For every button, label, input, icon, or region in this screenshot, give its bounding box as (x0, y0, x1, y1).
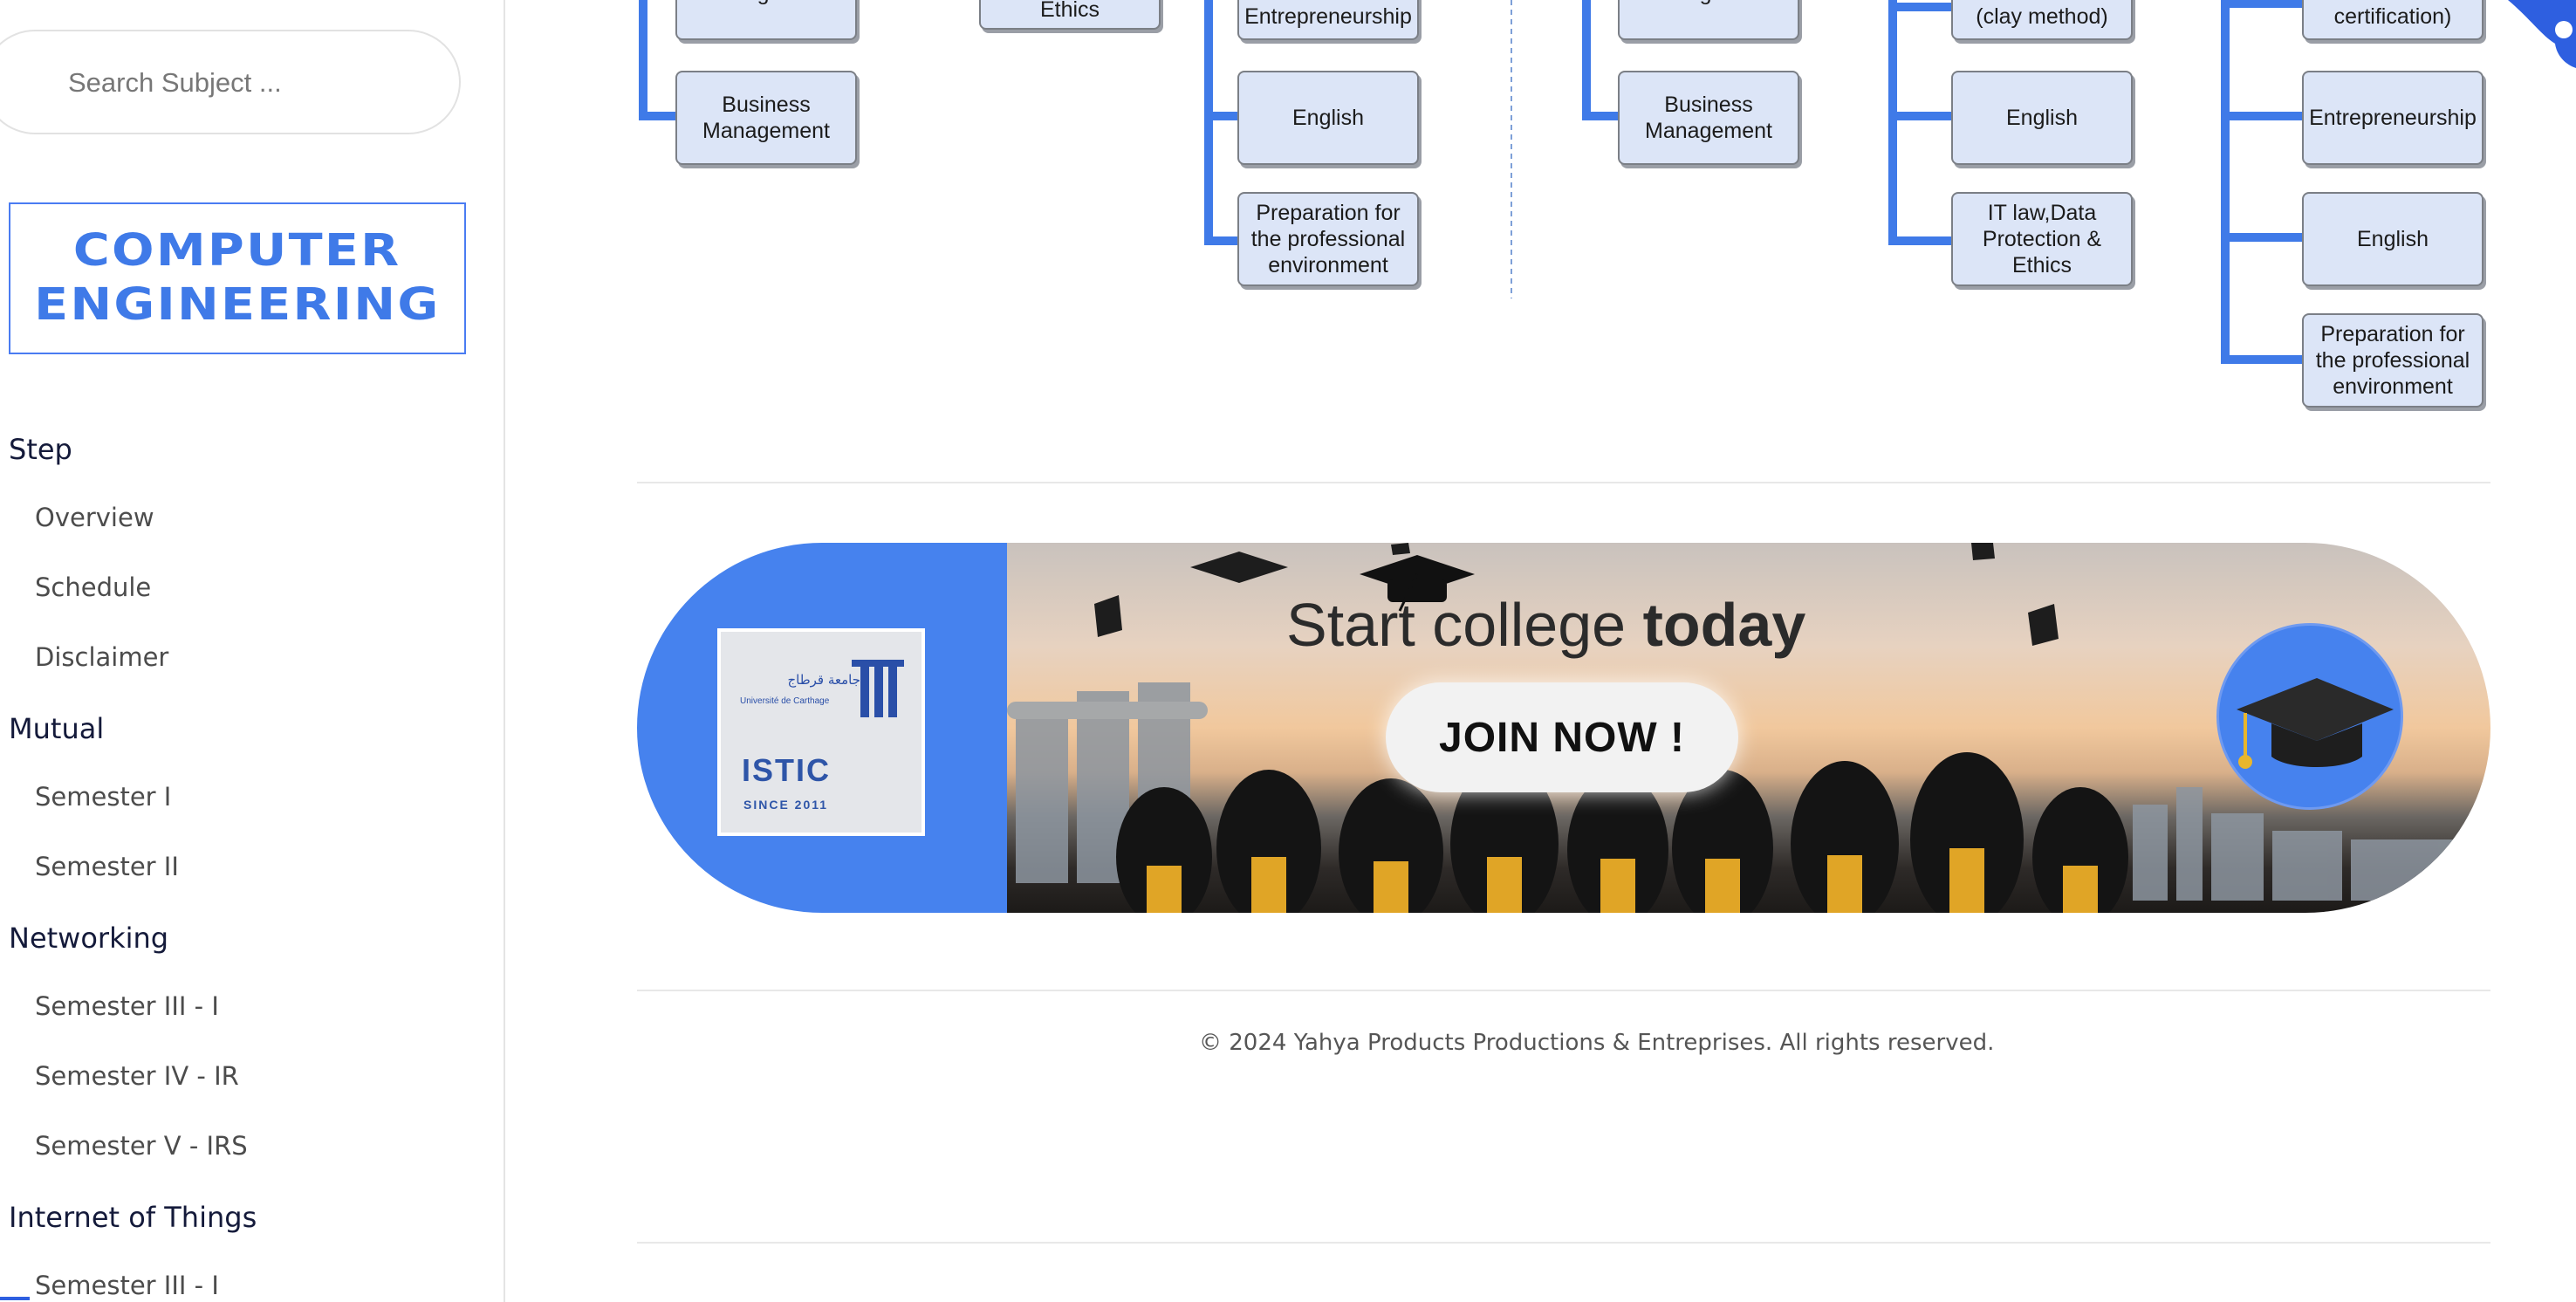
headline-bold: today (1642, 591, 1806, 659)
nav-heading-networking[interactable]: Networking (9, 922, 168, 955)
course-box-english: English (2302, 192, 2484, 286)
join-banner[interactable]: جامعة قرطاج Université de Carthage ISTIC… (637, 543, 2490, 913)
seal-french-text: Université de Carthage (740, 696, 830, 706)
course-box-clay-method: (clay method) (1951, 0, 2133, 40)
course-box-english: English (675, 0, 857, 40)
graduation-cap-icon (1360, 555, 1475, 612)
footer-divider-bottom (637, 1242, 2490, 1244)
istic-since: SINCE 2011 (743, 798, 829, 812)
nav-item-semester-1[interactable]: Semester I (35, 782, 171, 812)
nav-heading-iot[interactable]: Internet of Things (9, 1201, 257, 1234)
nav-item-semester-4-ir[interactable]: Semester IV - IR (35, 1061, 239, 1091)
course-box-it-law: IT law,Data Protection & Ethics (1951, 192, 2133, 286)
istic-logo-card: جامعة قرطاج Université de Carthage ISTIC… (717, 628, 925, 836)
join-now-button[interactable]: JOIN NOW ! (1386, 682, 1738, 792)
seal-arabic-text: جامعة قرطاج (787, 672, 860, 688)
course-box-certification: certification) (2302, 0, 2484, 40)
footer-divider-top (637, 990, 2490, 991)
course-box-ethics: Ethics (979, 0, 1161, 30)
nav-heading-mutual[interactable]: Mutual (9, 712, 104, 745)
course-box-professional-prep: Preparation for the professional environ… (1237, 192, 1419, 286)
course-box-professional-prep: Preparation for the professional environ… (2302, 313, 2484, 408)
nav-item-semester-3-i[interactable]: Semester III - I (35, 991, 219, 1021)
cap-badge (2216, 623, 2403, 810)
active-indicator (0, 1297, 30, 1300)
nav-item-semester-2[interactable]: Semester II (35, 852, 179, 881)
course-box-english: English (1951, 71, 2133, 165)
course-box-business-management: Business Management (675, 71, 857, 165)
nav-item-semester-5-irs[interactable]: Semester V - IRS (35, 1131, 248, 1161)
nav-item-iot-semester-3-i[interactable]: Semester III - I (35, 1271, 219, 1300)
mortarboard-icon (2237, 678, 2394, 769)
course-box-entrepreneurship: Entrepreneurship (2302, 71, 2484, 165)
istic-name: ISTIC (742, 752, 832, 788)
course-box-english: English (1237, 71, 1419, 165)
course-box-english: English (1618, 0, 1799, 40)
course-box-entrepreneurship: Entrepreneurship (1237, 0, 1419, 40)
nav-heading-step[interactable]: Step (9, 433, 72, 466)
nav-item-schedule[interactable]: Schedule (35, 572, 151, 602)
footer-copyright: © 2024 Yahya Products Productions & Entr… (1199, 1030, 1995, 1056)
nav-item-overview[interactable]: Overview (35, 503, 154, 532)
course-box-business-management: Business Management (1618, 71, 1799, 165)
section-divider (637, 482, 2490, 483)
nav-item-disclaimer[interactable]: Disclaimer (35, 642, 168, 672)
